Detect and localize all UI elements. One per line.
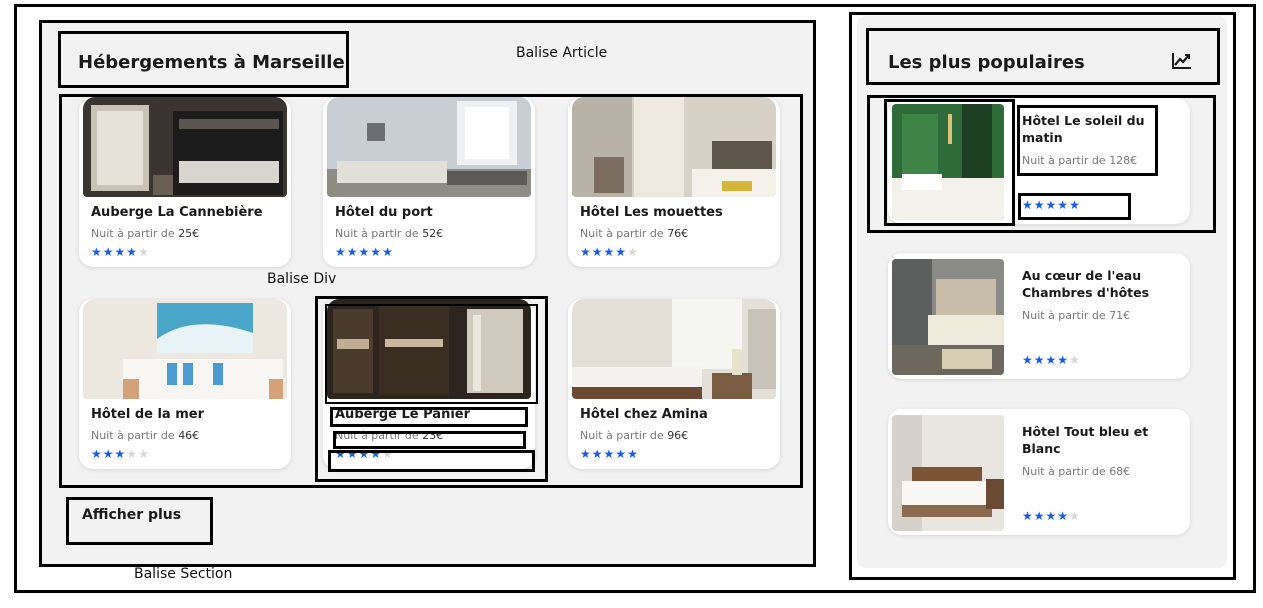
hotel-price: Nuit à partir de 25€ (91, 227, 200, 240)
rating-stars: ★★★★★ (1022, 353, 1081, 367)
star-filled-icon: ★ (382, 245, 394, 259)
hotel-card[interactable]: Hôtel du port Nuit à partir de 52€ ★★★★★ (323, 97, 535, 267)
star-filled-icon: ★ (1022, 353, 1034, 367)
star-filled-icon: ★ (603, 447, 616, 461)
hotel-photo (572, 97, 776, 197)
star-filled-icon: ★ (346, 245, 359, 259)
star-filled-icon: ★ (91, 245, 103, 259)
price-outline (333, 431, 526, 449)
hotel-card[interactable]: Hôtel Les mouettes Nuit à partir de 76€ … (568, 97, 780, 267)
show-more-link[interactable]: Afficher plus (82, 507, 181, 523)
star-filled-icon: ★ (615, 447, 628, 461)
star-filled-icon: ★ (1045, 509, 1058, 523)
hotel-card[interactable]: Hôtel chez Amina Nuit à partir de 96€ ★★… (568, 299, 780, 469)
star-filled-icon: ★ (114, 447, 127, 461)
popular-price: Nuit à partir de 71€ (1022, 309, 1131, 322)
hotel-card[interactable]: Hôtel de la mer Nuit à partir de 46€ ★★★… (79, 299, 291, 469)
star-empty-icon: ★ (138, 245, 150, 259)
star-filled-icon: ★ (335, 245, 347, 259)
star-filled-icon: ★ (114, 245, 127, 259)
star-filled-icon: ★ (627, 447, 639, 461)
rating-stars: ★★★★★ (91, 447, 150, 461)
star-filled-icon: ★ (603, 245, 616, 259)
rating-outline (328, 450, 535, 472)
popular-price: Nuit à partir de 68€ (1022, 465, 1131, 478)
star-filled-icon: ★ (1033, 509, 1046, 523)
star-filled-icon: ★ (615, 245, 628, 259)
popular-name: Hôtel Tout bleu et Blanc (1022, 424, 1149, 456)
star-empty-icon: ★ (1069, 509, 1081, 523)
page-title: Hébergements à Marseille (78, 52, 345, 73)
star-empty-icon: ★ (627, 245, 639, 259)
rating-stars: ★★★★★ (580, 447, 639, 461)
star-empty-icon: ★ (1069, 353, 1081, 367)
star-filled-icon: ★ (1057, 509, 1070, 523)
star-filled-icon: ★ (126, 245, 139, 259)
annotation-section: Balise Section (134, 566, 233, 582)
hotel-price: Nuit à partir de 52€ (335, 227, 444, 240)
popular-card[interactable]: Hôtel Tout bleu et Blanc Nuit à partir d… (888, 409, 1190, 535)
hotel-price: Nuit à partir de 76€ (580, 227, 689, 240)
hotel-photo (83, 97, 287, 197)
rating-stars: ★★★★★ (580, 245, 639, 259)
trend-chart-icon (1170, 51, 1194, 71)
star-filled-icon: ★ (370, 245, 383, 259)
popular-name: Au cœur de l'eau Chambres d'hôtes (1022, 268, 1150, 300)
rating-stars: ★★★★★ (91, 245, 150, 259)
star-filled-icon: ★ (1057, 353, 1070, 367)
star-filled-icon: ★ (1033, 353, 1046, 367)
popular-rating-outline (1018, 193, 1131, 220)
hotel-name: Auberge La Cannebière (91, 205, 263, 220)
hotel-photo (892, 259, 1004, 375)
hotel-price: Nuit à partir de 46€ (91, 429, 200, 442)
hotel-name: Hôtel du port (335, 205, 433, 220)
hotel-card[interactable]: Auberge La Cannebière Nuit à partir de 2… (79, 97, 291, 267)
star-filled-icon: ★ (358, 245, 371, 259)
popular-title: Les plus populaires (888, 52, 1085, 73)
hotel-photo (572, 299, 776, 399)
popular-image-outline (884, 99, 1015, 226)
star-filled-icon: ★ (580, 447, 592, 461)
star-empty-icon: ★ (138, 447, 150, 461)
star-filled-icon: ★ (102, 447, 115, 461)
hotel-name: Hôtel chez Amina (580, 407, 708, 422)
hotel-name: Hôtel de la mer (91, 407, 205, 422)
popular-text-outline (1017, 105, 1158, 176)
hotel-photo (327, 97, 531, 197)
popular-card[interactable]: Au cœur de l'eau Chambres d'hôtes Nuit à… (888, 253, 1190, 379)
image-outline (325, 304, 538, 404)
hotel-photo (83, 299, 287, 399)
star-filled-icon: ★ (102, 245, 115, 259)
star-filled-icon: ★ (591, 447, 604, 461)
hotel-name: Hôtel Les mouettes (580, 205, 723, 220)
annotation-article: Balise Article (516, 45, 608, 61)
star-filled-icon: ★ (1022, 509, 1034, 523)
star-empty-icon: ★ (126, 447, 139, 461)
hotel-photo (892, 415, 1004, 531)
star-filled-icon: ★ (591, 245, 604, 259)
hotel-price: Nuit à partir de 96€ (580, 429, 689, 442)
rating-stars: ★★★★★ (335, 245, 394, 259)
star-filled-icon: ★ (91, 447, 103, 461)
name-outline (330, 407, 528, 427)
rating-stars: ★★★★★ (1022, 509, 1081, 523)
star-filled-icon: ★ (1045, 353, 1058, 367)
star-filled-icon: ★ (580, 245, 592, 259)
